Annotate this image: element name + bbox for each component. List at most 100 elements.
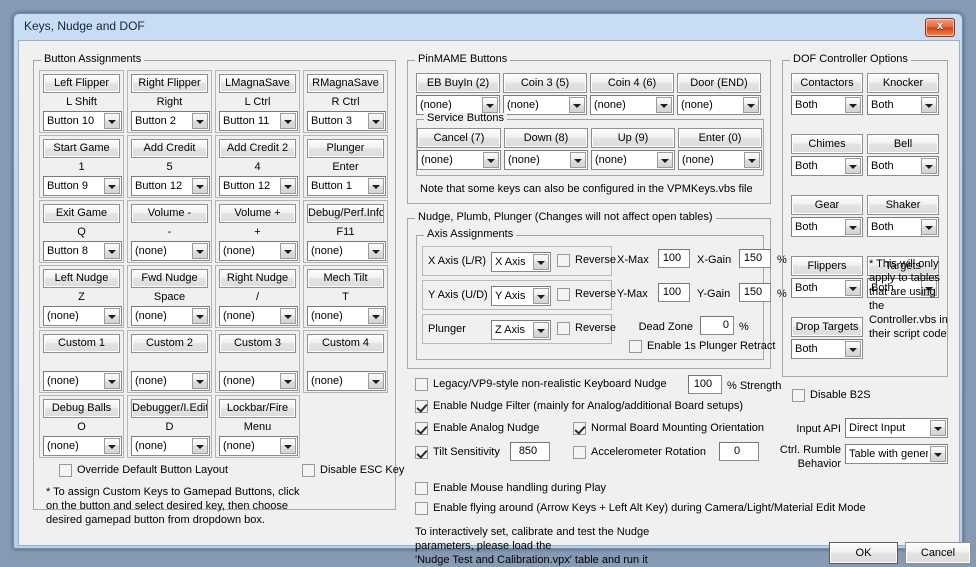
dof-device-button[interactable]: Gear <box>791 195 863 215</box>
dof-mode-select[interactable]: Both <box>867 217 939 237</box>
pinmame-device-select[interactable]: (none) <box>677 95 761 115</box>
dof-mode-select[interactable]: Both <box>791 217 863 237</box>
pinmame-device-select[interactable]: (none) <box>590 95 674 115</box>
axis-max-input[interactable]: 100 <box>658 249 690 268</box>
assign-key-button[interactable]: Volume - <box>131 204 208 223</box>
assign-key-button[interactable]: LMagnaSave <box>219 74 296 93</box>
service-device-select[interactable]: (none) <box>504 150 588 170</box>
gamepad-button-select[interactable]: (none) <box>131 306 210 326</box>
assign-key-button[interactable]: RMagnaSave <box>307 74 384 93</box>
assign-key-button[interactable]: Add Credit 2 <box>219 139 296 158</box>
assign-key-button[interactable]: Left Nudge <box>43 269 120 288</box>
axis-max-input[interactable]: 100 <box>658 283 690 302</box>
dof-mode-select[interactable]: Both <box>791 156 863 176</box>
rumble-behavior-select[interactable]: Table with generic f <box>845 444 948 464</box>
pinmame-assign-button[interactable]: EB BuyIn (2) <box>416 73 500 93</box>
assign-key-button[interactable]: Add Credit <box>131 139 208 158</box>
assign-key-button[interactable]: Start Game <box>43 139 120 158</box>
dof-mode-select[interactable]: Both <box>867 156 939 176</box>
dof-device-button[interactable]: Knocker <box>867 73 939 93</box>
gamepad-button-select[interactable]: Button 10 <box>43 111 122 131</box>
assign-key-button[interactable]: Volume + <box>219 204 296 223</box>
service-device-select[interactable]: (none) <box>678 150 762 170</box>
assign-key-button[interactable]: Custom 3 <box>219 334 296 353</box>
gamepad-button-select[interactable]: Button 12 <box>131 176 210 196</box>
assign-key-button[interactable]: Mech Tilt <box>307 269 384 288</box>
gamepad-button-select[interactable]: Button 11 <box>219 111 298 131</box>
accelerometer-rotation-input[interactable]: 0 <box>719 442 759 461</box>
assigned-key-label: Z <box>78 291 85 303</box>
axis-gain-input[interactable]: 150 <box>739 249 771 268</box>
axis-select[interactable]: Y Axis <box>491 286 551 306</box>
dof-device-button[interactable]: Flippers <box>791 256 863 276</box>
axis-select[interactable]: X Axis <box>491 252 551 272</box>
dof-device-button[interactable]: Bell <box>867 134 939 154</box>
assign-key-button[interactable]: Debug Balls <box>43 399 120 418</box>
dof-mode-select[interactable]: Both <box>867 95 939 115</box>
dead-zone-input[interactable]: 0 <box>700 316 734 335</box>
service-assign-button[interactable]: Up (9) <box>591 128 675 148</box>
dof-mode-select[interactable]: Both <box>791 95 863 115</box>
chevron-down-icon <box>368 178 384 194</box>
ok-button[interactable]: OK <box>829 542 898 564</box>
gamepad-button-select[interactable]: (none) <box>307 306 386 326</box>
legacy-nudge-strength-input[interactable]: 100 <box>688 375 722 394</box>
assign-key-button[interactable]: Exit Game <box>43 204 120 223</box>
dof-mode-select[interactable]: Both <box>791 278 863 298</box>
assign-key-button[interactable]: Custom 2 <box>131 334 208 353</box>
service-assign-button[interactable]: Cancel (7) <box>417 128 501 148</box>
pinmame-device-select[interactable]: (none) <box>503 95 587 115</box>
input-api-select[interactable]: Direct Input <box>845 418 948 438</box>
gamepad-button-select[interactable]: (none) <box>43 371 122 391</box>
gamepad-button-select[interactable]: Button 12 <box>219 176 298 196</box>
assign-key-button[interactable]: Debugger/I.Edit <box>131 399 208 418</box>
assign-key-button[interactable]: Custom 4 <box>307 334 384 353</box>
checkbox-box <box>573 422 586 435</box>
gamepad-button-select[interactable]: (none) <box>219 436 298 456</box>
gamepad-button-select[interactable]: Button 1 <box>307 176 386 196</box>
assign-key-button[interactable]: Custom 1 <box>43 334 120 353</box>
service-assign-button[interactable]: Enter (0) <box>678 128 762 148</box>
assign-key-button[interactable]: Right Flipper <box>131 74 208 93</box>
gamepad-button-select[interactable]: (none) <box>131 241 210 261</box>
gamepad-button-select[interactable]: (none) <box>43 436 122 456</box>
axis-gain-input[interactable]: 150 <box>739 283 771 302</box>
assign-key-button[interactable]: Right Nudge <box>219 269 296 288</box>
close-button[interactable]: x <box>925 18 955 37</box>
dof-device-button[interactable]: Drop Targets <box>791 317 863 337</box>
gamepad-button-select[interactable]: (none) <box>219 306 298 326</box>
dof-device-button[interactable]: Chimes <box>791 134 863 154</box>
gamepad-button-select[interactable]: (none) <box>219 241 298 261</box>
assign-key-button[interactable]: Lockbar/Fire <box>219 399 296 418</box>
pinmame-assign-button[interactable]: Coin 3 (5) <box>503 73 587 93</box>
service-device-select[interactable]: (none) <box>591 150 675 170</box>
cancel-button[interactable]: Cancel <box>905 542 971 564</box>
gamepad-button-select[interactable]: Button 2 <box>131 111 210 131</box>
tilt-sensitivity-input[interactable]: 850 <box>510 442 550 461</box>
assign-key-button[interactable]: Left Flipper <box>43 74 120 93</box>
gamepad-button-select[interactable]: (none) <box>131 436 210 456</box>
gamepad-button-select[interactable]: Button 3 <box>307 111 386 131</box>
gamepad-button-select[interactable]: (none) <box>307 371 386 391</box>
gamepad-button-select[interactable]: Button 8 <box>43 241 122 261</box>
gamepad-button-select[interactable]: (none) <box>219 371 298 391</box>
pinmame-assign-button[interactable]: Coin 4 (6) <box>590 73 674 93</box>
gamepad-button-select[interactable]: (none) <box>131 371 210 391</box>
gamepad-button-select[interactable]: (none) <box>43 306 122 326</box>
pinmame-button-cell: Coin 4 (6) (none) <box>590 73 674 117</box>
service-device-select[interactable]: (none) <box>417 150 501 170</box>
gamepad-button-select[interactable]: Button 9 <box>43 176 122 196</box>
service-assign-button[interactable]: Down (8) <box>504 128 588 148</box>
assign-key-button[interactable]: Fwd Nudge <box>131 269 208 288</box>
pinmame-assign-button[interactable]: Door (END) <box>677 73 761 93</box>
checkbox-box <box>415 422 428 435</box>
dof-device-button[interactable]: Shaker <box>867 195 939 215</box>
gamepad-button-select[interactable]: (none) <box>307 241 386 261</box>
assign-key-button[interactable]: Plunger <box>307 139 384 158</box>
dof-mode-select[interactable]: Both <box>791 339 863 359</box>
checkbox-box <box>415 482 428 495</box>
assign-key-button[interactable]: Debug/Perf.Info <box>307 204 384 223</box>
dof-device-button[interactable]: Contactors <box>791 73 863 93</box>
axis-value: Z Axis <box>495 324 525 336</box>
axis-select[interactable]: Z Axis <box>491 320 551 340</box>
